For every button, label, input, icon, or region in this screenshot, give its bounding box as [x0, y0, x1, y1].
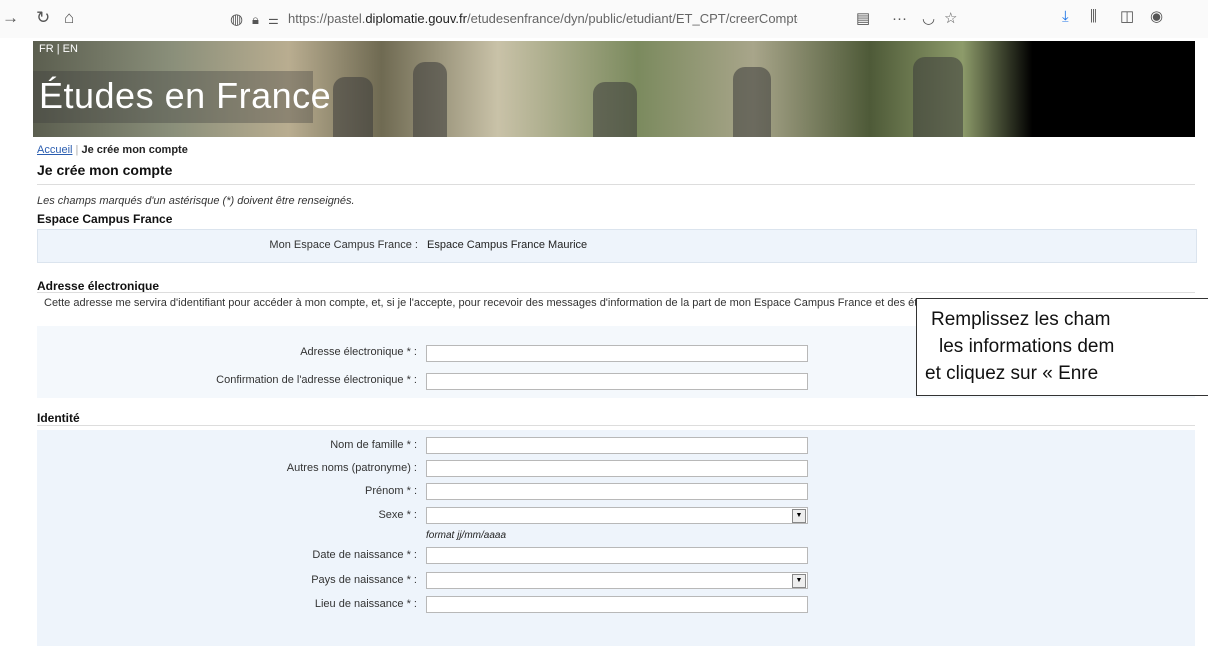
sidebar-icon[interactable]: ◫	[1120, 8, 1134, 26]
birth-country-label: Pays de naissance * :	[311, 574, 417, 586]
breadcrumb-current: Je crée mon compte	[81, 144, 188, 156]
url-text[interactable]: https://pastel.diplomatie.gouv.fr/etudes…	[288, 11, 798, 26]
identity-section-title: Identité	[37, 411, 80, 425]
site-banner: FR | EN Études en France	[33, 41, 1195, 137]
page-title: Je crée mon compte	[37, 162, 173, 178]
campus-value: Espace Campus France Maurice	[427, 239, 588, 251]
bookmark-star-icon[interactable]: ☆	[944, 10, 957, 28]
campus-section-title: Espace Campus France	[37, 212, 173, 226]
divider	[37, 292, 1195, 293]
shield-icon[interactable]: ◍	[230, 11, 243, 29]
library-icon[interactable]: ⫼	[1090, 8, 1097, 26]
language-switch[interactable]: FR | EN	[39, 43, 78, 55]
reader-view-icon[interactable]: ▤	[856, 10, 870, 28]
callout-line-1: Remplissez les cham	[931, 309, 1111, 330]
banner-photo	[333, 77, 373, 137]
birth-date-label: Date de naissance * :	[312, 549, 417, 561]
date-format-hint: format jj/mm/aaaa	[426, 530, 507, 541]
email-confirm-label: Confirmation de l'adresse électronique *…	[216, 374, 417, 386]
site-title: Études en France	[39, 75, 332, 116]
url-bar[interactable]: ◍ 🔒︎ ⚌ https://pastel.diplomatie.gouv.fr…	[222, 6, 984, 32]
birth-country-select[interactable]: ▼	[426, 572, 808, 589]
instruction-callout: Remplissez les cham les informations dem…	[916, 298, 1208, 396]
birth-place-input[interactable]	[426, 596, 808, 613]
birth-place-label: Lieu de naissance * :	[314, 598, 417, 610]
required-fields-note: Les champs marqués d'un astérisque (*) d…	[37, 195, 355, 207]
callout-line-3: et cliquez sur « Enre	[925, 363, 1099, 384]
callout-line-2: les informations dem	[939, 336, 1115, 357]
banner-photo-figure	[593, 82, 637, 137]
sex-select[interactable]: ▼	[426, 507, 808, 524]
last-name-label: Nom de famille * :	[330, 439, 417, 451]
first-name-input[interactable]	[426, 483, 808, 500]
pocket-icon[interactable]: ◡	[922, 10, 935, 28]
last-name-input[interactable]	[426, 437, 808, 454]
forward-icon[interactable]: →	[2, 8, 19, 28]
divider	[37, 184, 1195, 185]
browser-toolbar: → ↻ ⌂ ◍ 🔒︎ ⚌ https://pastel.diplomatie.g…	[0, 0, 1208, 38]
banner-photo-figure	[413, 62, 447, 137]
account-icon[interactable]: ◉	[1150, 8, 1163, 26]
breadcrumb: Accueil | Je crée mon compte	[37, 144, 188, 156]
other-names-label: Autres noms (patronyme) :	[286, 462, 417, 474]
breadcrumb-home-link[interactable]: Accueil	[37, 144, 72, 156]
identity-panel: Nom de famille * : Autres noms (patronym…	[37, 430, 1195, 646]
dropdown-arrow-icon[interactable]: ▼	[792, 574, 806, 588]
home-icon[interactable]: ⌂	[64, 8, 74, 28]
permissions-icon[interactable]: ⚌	[268, 11, 279, 29]
dropdown-arrow-icon[interactable]: ▼	[792, 509, 806, 523]
banner-photo-figure	[913, 57, 963, 137]
email-input[interactable]	[426, 345, 808, 362]
divider	[37, 425, 1195, 426]
first-name-label: Prénom * :	[365, 485, 417, 497]
sex-label: Sexe * :	[378, 509, 417, 521]
other-names-input[interactable]	[426, 460, 808, 477]
banner-photo-figure	[733, 67, 771, 137]
campus-panel: Mon Espace Campus France : Espace Campus…	[37, 229, 1197, 263]
birth-date-input[interactable]	[426, 547, 808, 564]
email-section-title: Adresse électronique	[37, 279, 160, 293]
email-label: Adresse électronique * :	[300, 346, 417, 358]
download-icon[interactable]: ⤓	[1062, 8, 1069, 26]
page-actions-icon[interactable]: ···	[892, 10, 907, 28]
email-confirm-input[interactable]	[426, 373, 808, 390]
campus-label: Mon Espace Campus France :	[269, 239, 418, 251]
lock-icon[interactable]: 🔒︎	[252, 11, 259, 29]
reload-icon[interactable]: ↻	[36, 8, 50, 28]
